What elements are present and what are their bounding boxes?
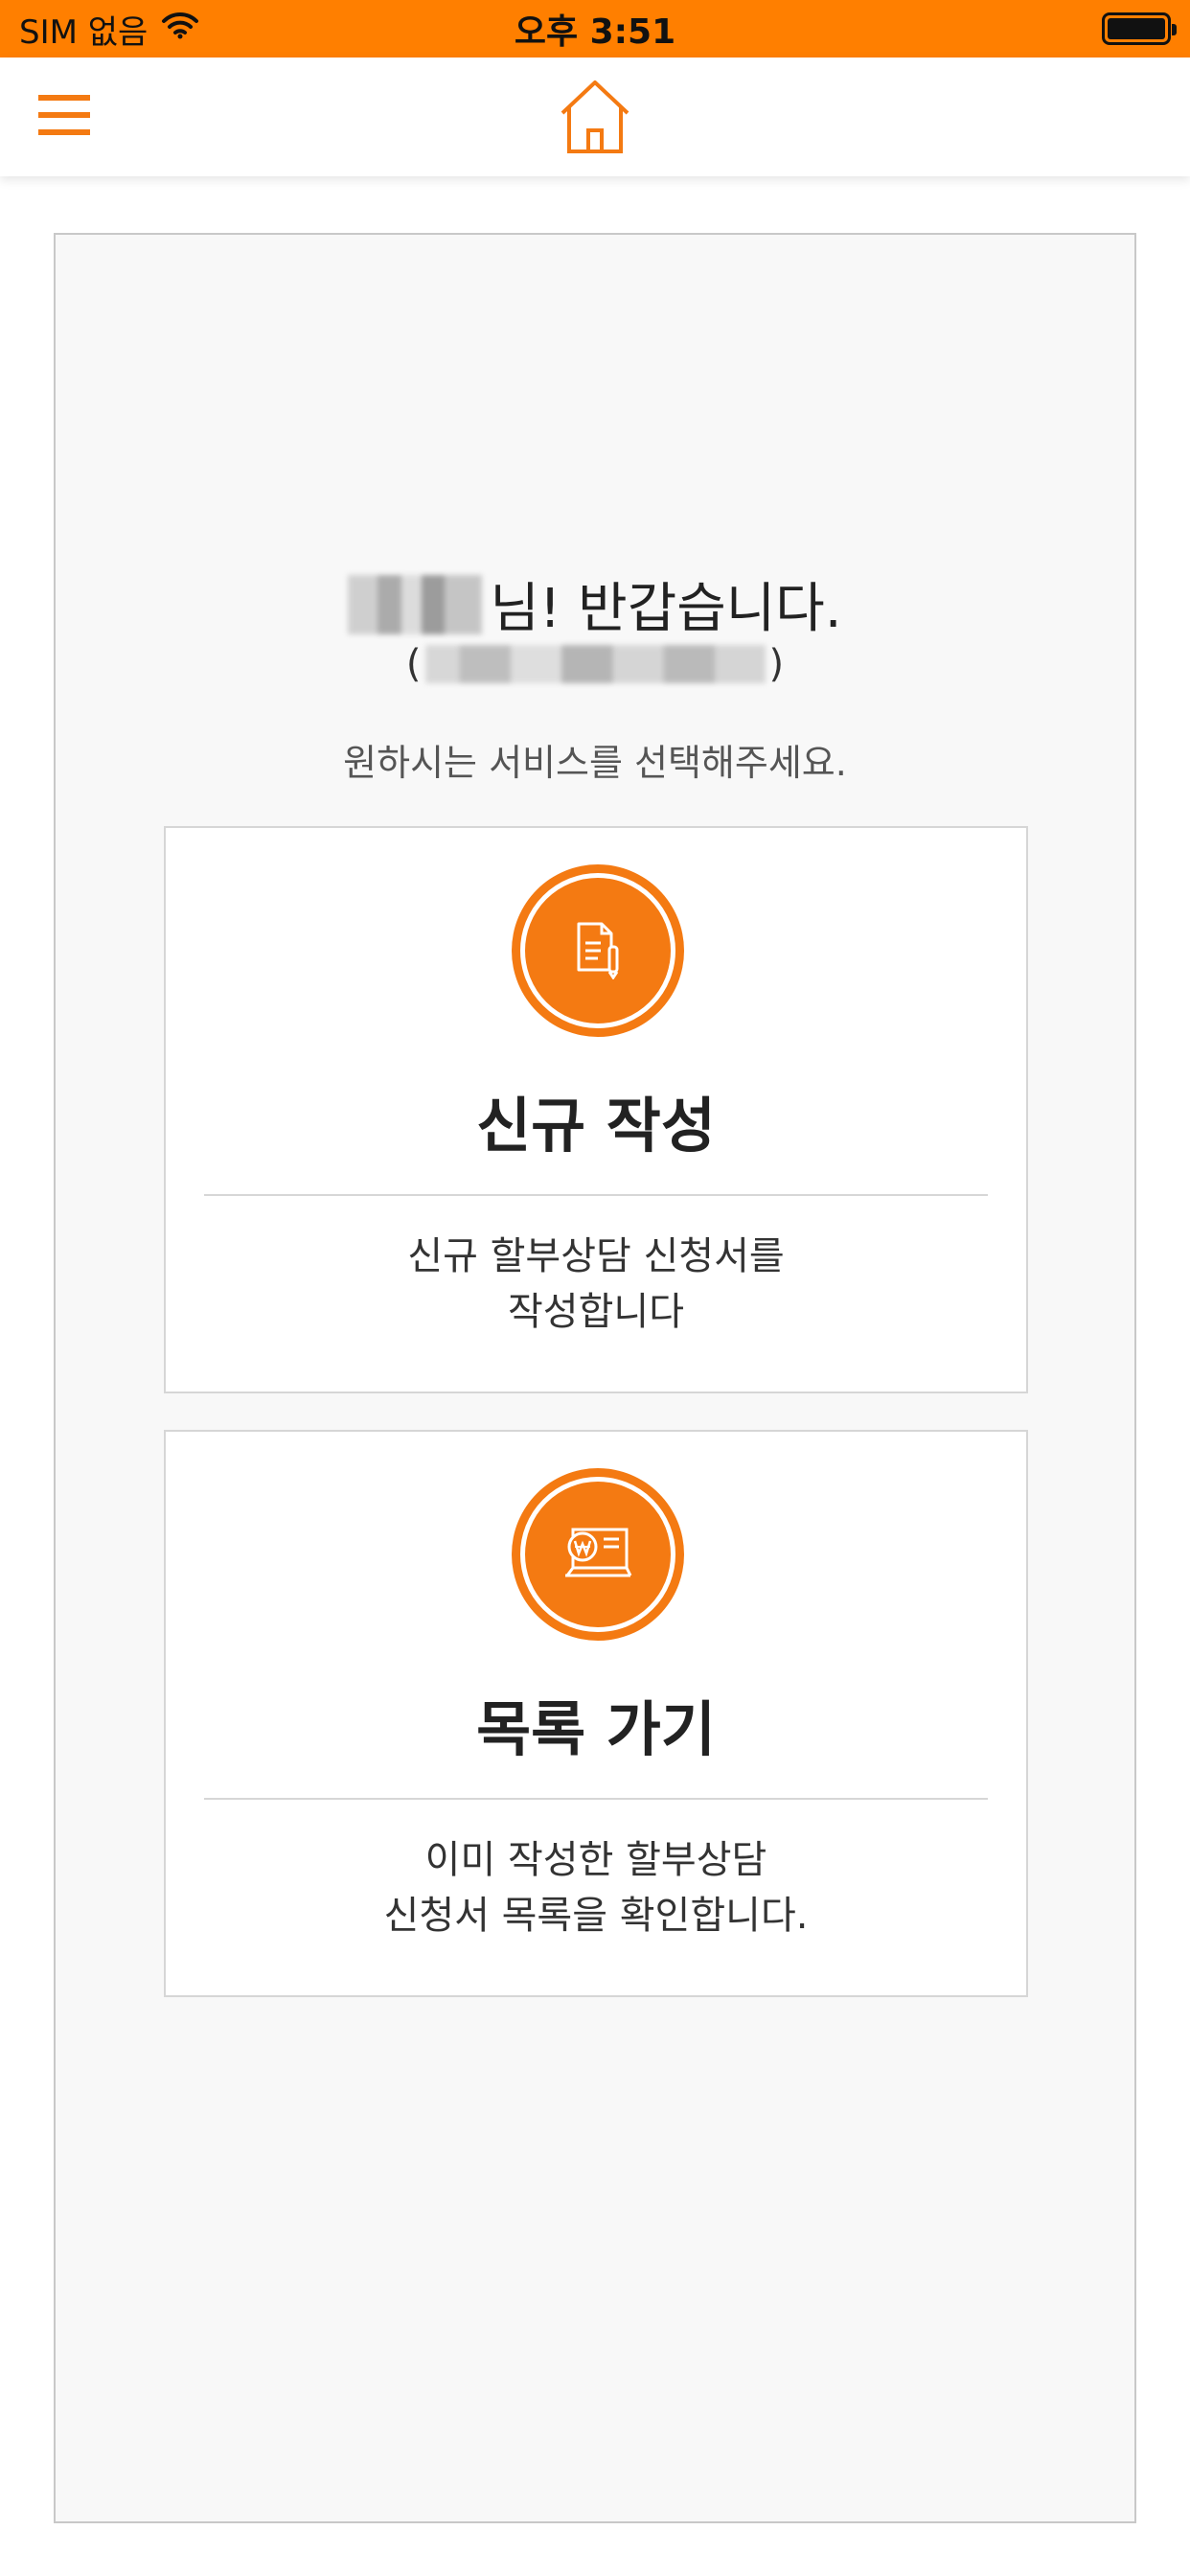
card-description: 신규 할부상담 신청서를 작성합니다 xyxy=(166,1229,1026,1340)
hamburger-menu-icon xyxy=(38,93,90,141)
card-divider xyxy=(204,1798,988,1800)
card-divider xyxy=(204,1194,988,1196)
status-bar: SIM 없음 오후 3:51 xyxy=(0,0,1190,58)
document-pen-icon xyxy=(569,918,627,983)
battery-fill xyxy=(1108,18,1165,39)
status-left: SIM 없음 xyxy=(19,6,199,53)
main-panel: 님! 반갑습니다. ( ) 원하시는 서비스를 선택해주세요. 신규 작성 신규… xyxy=(54,233,1136,2523)
card-desc-line-1: 이미 작성한 할부상담 xyxy=(424,1838,767,1882)
user-id: ( ) xyxy=(56,642,1134,686)
redacted-user-id xyxy=(424,645,766,683)
id-open-paren: ( xyxy=(405,642,422,686)
greeting-text: 님! 반갑습니다. xyxy=(490,578,842,640)
carrier-label: SIM 없음 xyxy=(19,12,149,52)
card-desc-line-2: 작성합니다 xyxy=(508,1290,684,1334)
go-to-list-card[interactable]: 목록 가기 이미 작성한 할부상담 신청서 목록을 확인합니다. xyxy=(164,1430,1028,1997)
home-button[interactable] xyxy=(557,77,633,157)
card-title: 목록 가기 xyxy=(476,1694,716,1764)
menu-button[interactable] xyxy=(38,86,115,148)
greeting: 님! 반갑습니다. xyxy=(56,565,1134,643)
new-application-card[interactable]: 신규 작성 신규 할부상담 신청서를 작성합니다 xyxy=(164,826,1028,1393)
id-close-paren: ) xyxy=(768,642,785,686)
won-monitor-icon xyxy=(561,1524,634,1585)
card-desc-line-1: 신규 할부상담 신청서를 xyxy=(407,1234,785,1278)
card-icon-circle xyxy=(512,1468,684,1641)
wifi-icon xyxy=(161,10,199,48)
home-icon xyxy=(557,80,633,161)
card-description: 이미 작성한 할부상담 신청서 목록을 확인합니다. xyxy=(166,1832,1026,1944)
card-title: 신규 작성 xyxy=(476,1091,716,1161)
card-desc-line-2: 신청서 목록을 확인합니다. xyxy=(383,1894,809,1938)
nav-bar xyxy=(0,58,1190,176)
service-instruction: 원하시는 서비스를 선택해주세요. xyxy=(343,742,847,784)
redacted-user-name xyxy=(348,574,483,634)
battery-icon xyxy=(1102,12,1177,45)
card-icon-circle xyxy=(512,864,684,1037)
